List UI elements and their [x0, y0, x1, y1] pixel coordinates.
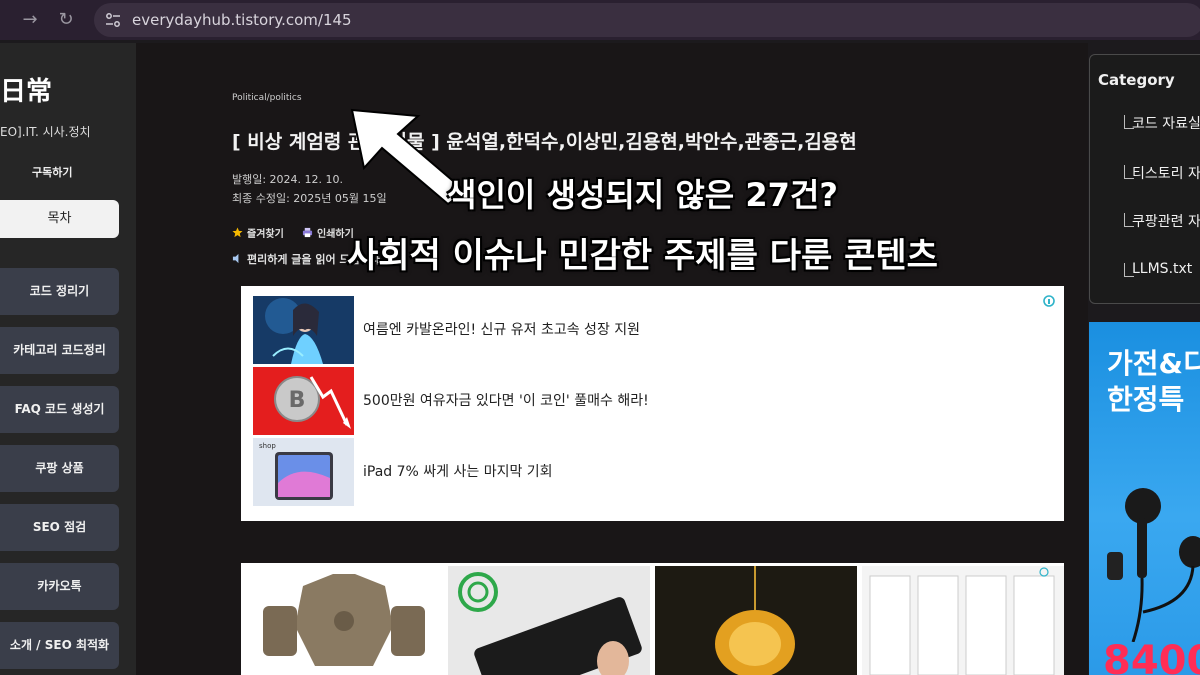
product-ad-strip[interactable]	[241, 563, 1064, 675]
menu-code-organizer[interactable]: 코드 정리기	[0, 268, 119, 315]
menu-seo-check[interactable]: SEO 점검	[0, 504, 119, 551]
side-banner-ad[interactable]: 가전&디 한정특 8400	[1089, 322, 1200, 675]
menu-about-seo[interactable]: 소개 / SEO 최적화	[0, 622, 119, 669]
menu-faq-generator[interactable]: FAQ 코드 생성기	[0, 386, 119, 433]
overlay-caption-2: 사회적 이슈나 민감한 주제를 다룬 콘텐츠	[347, 236, 938, 276]
bookmark-button[interactable]: 즐겨찾기	[232, 225, 284, 240]
category-item-llms[interactable]: LLMS.txt	[1132, 261, 1192, 277]
ad-item-coin[interactable]: B 500만원 여유자금 있다면 '이 코인' 풀매수 해라!	[253, 367, 1053, 435]
forward-icon[interactable]: →	[18, 8, 42, 32]
ad-box[interactable]: 여름엔 카발온라인! 신규 유저 초고속 성장 지원 B 500만원 여유자금 …	[241, 286, 1064, 521]
subscribe-button[interactable]: 구독하기	[32, 164, 72, 180]
product-tile-documents[interactable]	[862, 566, 1064, 675]
toc-button[interactable]: 목차	[0, 200, 119, 238]
published-date: 발행일: 2024. 12. 10.	[232, 173, 344, 186]
reload-icon[interactable]: ↻	[54, 8, 78, 32]
banner-price: 8400	[1103, 638, 1200, 675]
banner-line1: 가전&디	[1107, 347, 1200, 380]
earphones-image	[1107, 488, 1200, 642]
product-tile-armor[interactable]	[243, 566, 445, 675]
category-widget: Category 코드 자료실 티스토리 자료 쿠팡관련 자료 LLMS.txt	[1089, 54, 1200, 304]
ad-thumbnail-coin: B	[253, 367, 354, 435]
category-link[interactable]: Political/politics	[232, 93, 302, 103]
browser-toolbar: → ↻ everydayhub.tistory.com/145	[0, 0, 1200, 40]
url-text[interactable]: everydayhub.tistory.com/145	[132, 3, 352, 37]
address-bar[interactable]: everydayhub.tistory.com/145	[94, 3, 1200, 37]
product-tile-pendant[interactable]	[655, 566, 857, 675]
menu-coupang-products[interactable]: 쿠팡 상품	[0, 445, 119, 492]
ad-text-game[interactable]: 여름엔 카발온라인! 신규 유저 초고속 성장 지원	[363, 296, 640, 364]
category-item-tistory[interactable]: 티스토리 자료	[1132, 163, 1200, 183]
ad-text-coin[interactable]: 500만원 여유자금 있다면 '이 코인' 풀매수 해라!	[363, 367, 649, 435]
category-title: Category	[1098, 71, 1175, 89]
post-title: [ 비상 계엄령 관련 인물 ] 윤석열,한덕수,이상민,김용현,박안수,관종근…	[232, 131, 857, 153]
banner-line2: 한정특	[1107, 383, 1185, 416]
printer-icon	[302, 227, 313, 238]
category-item-coupang[interactable]: 쿠팡관련 자료	[1132, 211, 1200, 231]
speaker-icon	[232, 253, 239, 264]
ad-item-ipad[interactable]: shop iPad 7% 싸게 사는 마지막 기회	[253, 438, 1053, 506]
ad-item-game[interactable]: 여름엔 카발온라인! 신규 유저 초고속 성장 지원	[253, 296, 1053, 364]
ad-shop-label: shop	[259, 442, 276, 450]
overlay-caption-1: 색인이 생성되지 않은 27건?	[447, 176, 838, 214]
menu-category-code[interactable]: 카테고리 코드정리	[0, 327, 119, 374]
site-info-icon[interactable]	[104, 11, 122, 29]
star-icon	[232, 227, 243, 238]
category-item-code[interactable]: 코드 자료실	[1132, 113, 1200, 133]
menu-kakaotalk[interactable]: 카카오톡	[0, 563, 119, 610]
bookmark-label: 즐겨찾기	[247, 229, 284, 240]
ad-text-ipad[interactable]: iPad 7% 싸게 사는 마지막 기회	[363, 438, 553, 506]
left-sidebar: 日常 EO].IT. 시사.정치 구독하기 목차 코드 정리기 카테고리 코드정…	[0, 43, 136, 675]
ad-thumbnail-ipad: shop	[253, 438, 354, 506]
svg-text:B: B	[289, 388, 306, 413]
blog-title[interactable]: 日常	[0, 71, 52, 108]
ad-thumbnail-game	[253, 296, 354, 364]
blog-description: EO].IT. 시사.정치	[0, 125, 91, 139]
product-tile-wallet[interactable]	[448, 566, 650, 675]
